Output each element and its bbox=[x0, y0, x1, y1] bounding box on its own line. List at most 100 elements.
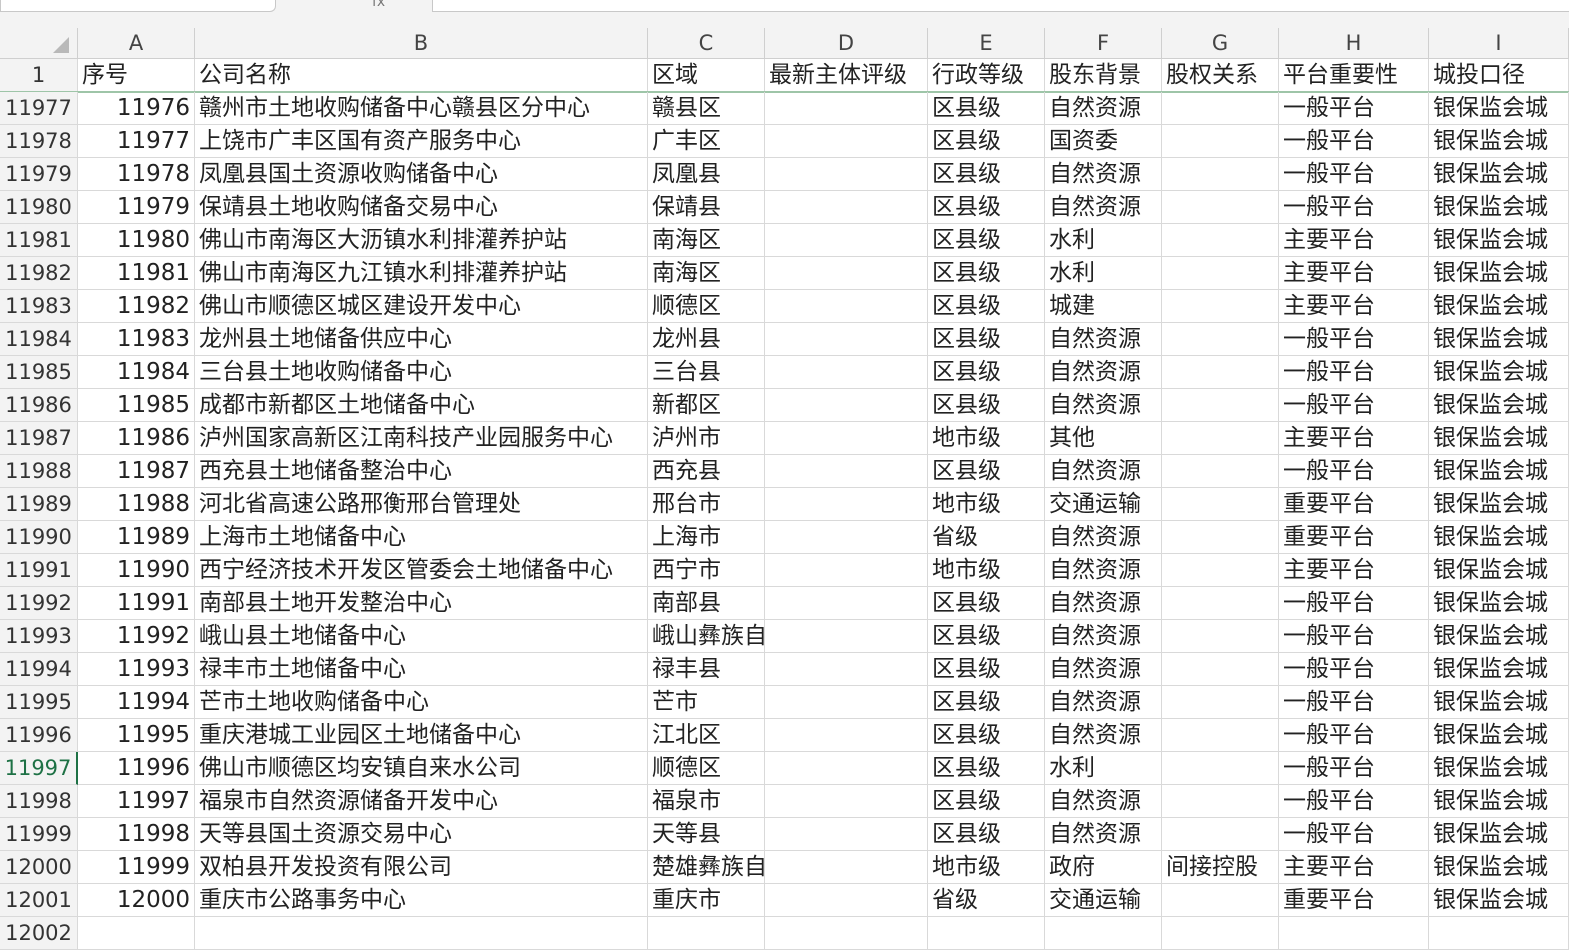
column-header-e[interactable]: E bbox=[928, 28, 1045, 59]
table-cell[interactable]: 11980 bbox=[78, 224, 195, 257]
table-cell[interactable]: 南部县 bbox=[648, 587, 765, 620]
table-cell[interactable]: 自然资源 bbox=[1045, 620, 1162, 653]
table-cell[interactable] bbox=[765, 158, 928, 191]
table-cell[interactable]: 南部县土地开发整治中心 bbox=[195, 587, 648, 620]
table-cell[interactable] bbox=[765, 125, 928, 158]
column-header-i[interactable]: I bbox=[1429, 28, 1569, 59]
table-cell[interactable]: 顺德区 bbox=[648, 752, 765, 785]
table-cell[interactable]: 银保监会城 bbox=[1429, 620, 1569, 653]
table-cell[interactable]: 银保监会城 bbox=[1429, 653, 1569, 686]
column-header-f[interactable]: F bbox=[1045, 28, 1162, 59]
column-header-h[interactable]: H bbox=[1279, 28, 1429, 59]
column-header-d[interactable]: D bbox=[765, 28, 928, 59]
table-cell[interactable]: 赣州市土地收购储备中心赣县区分中心 bbox=[195, 92, 648, 125]
table-cell[interactable]: 福泉市自然资源储备开发中心 bbox=[195, 785, 648, 818]
table-cell[interactable]: 水利 bbox=[1045, 752, 1162, 785]
table-cell[interactable] bbox=[765, 224, 928, 257]
table-cell[interactable] bbox=[1162, 422, 1279, 455]
table-cell[interactable] bbox=[765, 851, 928, 884]
table-cell[interactable]: 重庆市公路事务中心 bbox=[195, 884, 648, 917]
table-cell[interactable]: 12000 bbox=[78, 884, 195, 917]
table-cell[interactable]: 11987 bbox=[78, 455, 195, 488]
table-cell[interactable]: 区县级 bbox=[928, 290, 1045, 323]
table-cell[interactable]: 区县级 bbox=[928, 752, 1045, 785]
table-cell[interactable]: 峨山彝族自治县 bbox=[648, 620, 765, 653]
table-cell[interactable]: 佛山市顺德区均安镇自来水公司 bbox=[195, 752, 648, 785]
table-cell[interactable]: 银保监会城 bbox=[1429, 224, 1569, 257]
table-cell[interactable] bbox=[1162, 884, 1279, 917]
table-cell[interactable]: 重要平台 bbox=[1279, 884, 1429, 917]
table-cell[interactable]: 重庆市 bbox=[648, 884, 765, 917]
table-cell[interactable]: 新都区 bbox=[648, 389, 765, 422]
table-cell[interactable]: 禄丰市土地储备中心 bbox=[195, 653, 648, 686]
table-cell[interactable]: 主要平台 bbox=[1279, 554, 1429, 587]
table-cell[interactable]: 银保监会城 bbox=[1429, 554, 1569, 587]
table-cell[interactable]: 芒市 bbox=[648, 686, 765, 719]
table-cell[interactable]: 一般平台 bbox=[1279, 191, 1429, 224]
table-cell[interactable] bbox=[1162, 521, 1279, 554]
table-cell[interactable]: 11994 bbox=[78, 686, 195, 719]
table-cell[interactable]: 主要平台 bbox=[1279, 224, 1429, 257]
table-cell[interactable]: 区县级 bbox=[928, 389, 1045, 422]
table-cell[interactable] bbox=[765, 884, 928, 917]
table-cell[interactable]: 区县级 bbox=[928, 455, 1045, 488]
table-cell[interactable]: 地市级 bbox=[928, 554, 1045, 587]
table-cell[interactable] bbox=[765, 323, 928, 356]
table-cell[interactable]: 银保监会城 bbox=[1429, 356, 1569, 389]
table-cell[interactable]: 一般平台 bbox=[1279, 158, 1429, 191]
table-cell[interactable]: 泸州市 bbox=[648, 422, 765, 455]
table-cell[interactable]: 一般平台 bbox=[1279, 686, 1429, 719]
table-cell[interactable]: 自然资源 bbox=[1045, 521, 1162, 554]
table-cell[interactable]: 间接控股 bbox=[1162, 851, 1279, 884]
table-cell[interactable] bbox=[1162, 686, 1279, 719]
table-cell[interactable]: 11995 bbox=[78, 719, 195, 752]
table-cell[interactable] bbox=[1162, 455, 1279, 488]
table-cell[interactable]: 自然资源 bbox=[1045, 389, 1162, 422]
table-cell[interactable]: 水利 bbox=[1045, 224, 1162, 257]
row-header[interactable]: 11984 bbox=[0, 323, 78, 356]
table-cell[interactable]: 区县级 bbox=[928, 158, 1045, 191]
table-cell[interactable]: 11990 bbox=[78, 554, 195, 587]
table-cell[interactable]: 凤凰县国土资源收购储备中心 bbox=[195, 158, 648, 191]
row-header[interactable]: 11999 bbox=[0, 818, 78, 851]
table-cell[interactable]: 银保监会城 bbox=[1429, 389, 1569, 422]
row-header[interactable]: 12000 bbox=[0, 851, 78, 884]
header-cell[interactable]: 最新主体评级 bbox=[765, 59, 928, 92]
table-cell[interactable]: 银保监会城 bbox=[1429, 686, 1569, 719]
table-cell[interactable]: 交通运输 bbox=[1045, 488, 1162, 521]
table-cell[interactable] bbox=[1162, 125, 1279, 158]
fx-icon[interactable]: fx bbox=[372, 0, 385, 10]
table-cell[interactable] bbox=[1162, 323, 1279, 356]
table-cell[interactable] bbox=[1162, 191, 1279, 224]
table-cell[interactable]: 11996 bbox=[78, 752, 195, 785]
table-cell[interactable] bbox=[765, 389, 928, 422]
table-cell[interactable]: 银保监会城 bbox=[1429, 488, 1569, 521]
table-cell[interactable] bbox=[765, 422, 928, 455]
table-cell[interactable] bbox=[1162, 719, 1279, 752]
table-cell[interactable]: 一般平台 bbox=[1279, 356, 1429, 389]
table-cell[interactable]: 一般平台 bbox=[1279, 92, 1429, 125]
table-cell[interactable]: 11997 bbox=[78, 785, 195, 818]
table-cell[interactable]: 11986 bbox=[78, 422, 195, 455]
table-cell[interactable]: 其他 bbox=[1045, 422, 1162, 455]
table-cell[interactable]: 赣县区 bbox=[648, 92, 765, 125]
table-cell[interactable]: 11991 bbox=[78, 587, 195, 620]
name-box[interactable] bbox=[0, 0, 276, 12]
table-cell[interactable] bbox=[765, 191, 928, 224]
table-cell[interactable] bbox=[1162, 158, 1279, 191]
header-cell[interactable]: 城投口径 bbox=[1429, 59, 1569, 92]
table-cell[interactable] bbox=[765, 257, 928, 290]
row-header[interactable]: 11977 bbox=[0, 92, 78, 125]
row-header[interactable]: 11985 bbox=[0, 356, 78, 389]
table-cell[interactable]: 邢台市 bbox=[648, 488, 765, 521]
table-cell[interactable] bbox=[765, 752, 928, 785]
table-cell[interactable]: 银保监会城 bbox=[1429, 719, 1569, 752]
table-cell[interactable]: 国资委 bbox=[1045, 125, 1162, 158]
table-cell[interactable]: 顺德区 bbox=[648, 290, 765, 323]
table-cell[interactable]: 自然资源 bbox=[1045, 356, 1162, 389]
table-cell[interactable]: 11978 bbox=[78, 158, 195, 191]
table-cell[interactable]: 银保监会城 bbox=[1429, 785, 1569, 818]
table-cell[interactable]: 一般平台 bbox=[1279, 653, 1429, 686]
table-cell[interactable]: 峨山县土地储备中心 bbox=[195, 620, 648, 653]
table-cell[interactable] bbox=[765, 818, 928, 851]
